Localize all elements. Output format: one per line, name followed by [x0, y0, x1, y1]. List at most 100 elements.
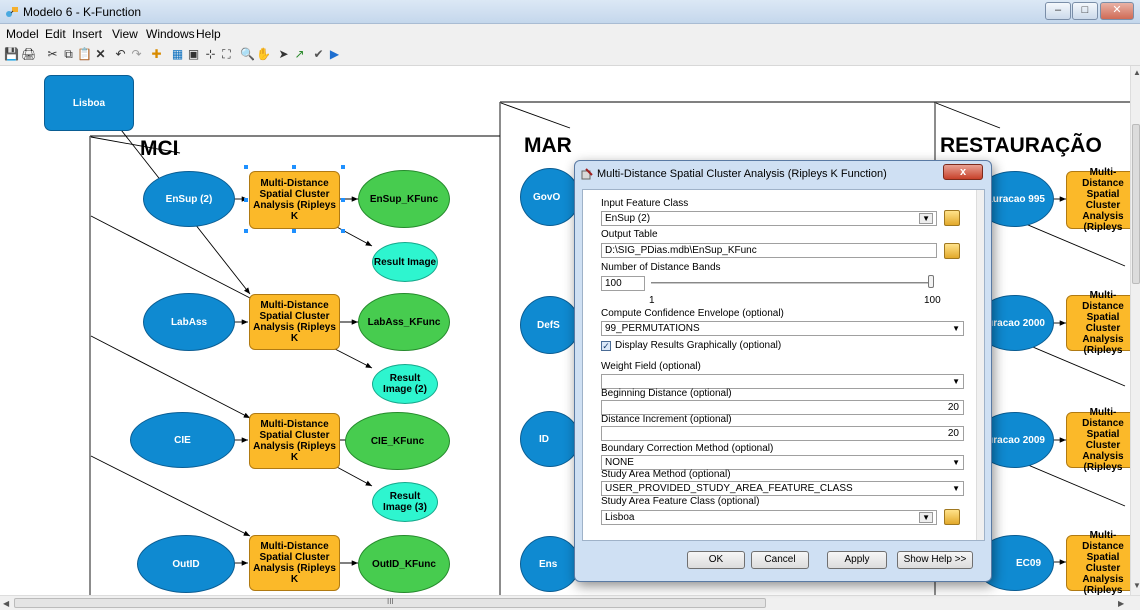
zoom-icon[interactable]: 🔍 — [240, 47, 255, 62]
selection-handle[interactable] — [341, 198, 345, 202]
input-node[interactable]: CIE — [130, 412, 235, 468]
confidence-envelope-dropdown[interactable]: 99_PERMUTATIONS ▼ — [601, 321, 964, 336]
tool-node[interactable]: Multi-Distance Spatial Cluster Analysis … — [1066, 290, 1130, 356]
show-help-button[interactable]: Show Help >> — [897, 551, 973, 569]
chevron-down-icon[interactable]: ▼ — [952, 482, 960, 495]
fixed-zoom-in-icon[interactable]: ⊹ — [203, 47, 218, 62]
ok-button[interactable]: OK — [687, 551, 745, 569]
output-node[interactable]: EnSup_KFunc — [358, 170, 450, 228]
dialog-close-button[interactable]: x — [943, 164, 983, 180]
scroll-right-icon[interactable]: ▶ — [1118, 599, 1124, 608]
menu-view[interactable]: View — [112, 27, 138, 41]
scrollbar-thumb[interactable]: III — [14, 597, 766, 608]
selection-handle[interactable] — [292, 229, 296, 233]
tool-node[interactable]: Multi-Distance Spatial Cluster Analysis … — [1066, 407, 1130, 473]
distance-bands-slider-track[interactable] — [651, 282, 931, 284]
horizontal-scrollbar[interactable]: ◀ III ▶ — [0, 595, 1140, 610]
beginning-distance-field[interactable]: 20 — [601, 400, 964, 415]
copy-icon[interactable]: ⧉ — [61, 47, 76, 62]
selection-handle[interactable] — [244, 165, 248, 169]
input-node[interactable]: DefS — [520, 296, 580, 354]
menu-insert[interactable]: Insert — [72, 27, 102, 41]
distance-increment-field[interactable]: 20 — [601, 426, 964, 441]
result-image-node[interactable]: Result Image (2) — [372, 364, 438, 404]
chevron-down-icon[interactable]: ▼ — [952, 322, 960, 335]
chevron-down-icon[interactable]: ▼ — [919, 512, 933, 523]
chevron-down-icon[interactable]: ▼ — [952, 375, 960, 388]
cancel-button[interactable]: Cancel — [751, 551, 809, 569]
minimize-button[interactable]: – — [1045, 2, 1071, 20]
study-area-fc-field[interactable]: Lisboa ▼ — [601, 510, 937, 525]
full-extent-icon[interactable]: ▣ — [186, 47, 201, 62]
chevron-down-icon[interactable]: ▼ — [952, 456, 960, 469]
fixed-zoom-out-icon[interactable]: ⛶ — [219, 47, 234, 62]
cut-icon[interactable]: ✂ — [45, 47, 60, 62]
tool-node[interactable]: Multi-Distance Spatial Cluster Analysis … — [1066, 530, 1130, 595]
pan-icon[interactable]: ✋ — [256, 47, 271, 62]
selection-handle[interactable] — [292, 165, 296, 169]
input-node[interactable]: ID — [520, 411, 580, 467]
distance-bands-field[interactable]: 100 — [601, 276, 645, 291]
browse-folder-icon[interactable] — [944, 210, 960, 226]
tool-node[interactable]: Multi-Distance Spatial Cluster Analysis … — [249, 294, 340, 350]
vertical-scrollbar[interactable]: ▲ ▼ — [1130, 66, 1140, 595]
input-feature-class-field[interactable]: EnSup (2) ▼ — [601, 211, 937, 226]
menu-edit[interactable]: Edit — [45, 27, 66, 41]
chevron-down-icon[interactable]: ▼ — [919, 213, 933, 224]
output-node[interactable]: OutID_KFunc — [358, 535, 450, 593]
redo-icon[interactable]: ↷ — [129, 47, 144, 62]
output-node[interactable]: LabAss_KFunc — [358, 293, 450, 351]
modelbuilder-icon — [6, 7, 18, 17]
close-window-button[interactable]: ✕ — [1100, 2, 1134, 20]
tool-node[interactable]: Multi-Distance Spatial Cluster Analysis … — [1066, 167, 1130, 233]
study-area-fc-label: Study Area Feature Class (optional) — [601, 496, 760, 507]
menu-help[interactable]: Help — [196, 27, 221, 41]
input-node[interactable]: GovO — [520, 168, 580, 226]
tool-node[interactable]: Multi-Distance Spatial Cluster Analysis … — [249, 171, 340, 229]
paste-icon[interactable]: 📋 — [77, 47, 92, 62]
tool-node[interactable]: Multi-Distance Spatial Cluster Analysis … — [249, 535, 340, 591]
tool-node[interactable]: Multi-Distance Spatial Cluster Analysis … — [249, 413, 340, 469]
scrollbar-grip: III — [387, 597, 394, 606]
lisboa-node[interactable]: Lisboa — [44, 75, 134, 131]
weight-field-dropdown[interactable]: ▼ — [601, 374, 964, 389]
browse-folder-icon[interactable] — [944, 243, 960, 259]
dialog-title-bar[interactable]: Multi-Distance Spatial Cluster Analysis … — [575, 161, 991, 187]
select-icon[interactable]: ➤ — [276, 47, 291, 62]
output-node[interactable]: CIE_KFunc — [345, 412, 450, 470]
scroll-left-icon[interactable]: ◀ — [3, 599, 9, 608]
undo-icon[interactable]: ↶ — [113, 47, 128, 62]
distance-bands-slider-thumb[interactable] — [928, 275, 934, 288]
result-image-node[interactable]: Result Image (3) — [372, 482, 438, 522]
selection-handle[interactable] — [341, 229, 345, 233]
print-icon[interactable]: 🖨 — [21, 47, 36, 62]
save-icon[interactable]: 💾 — [4, 47, 19, 62]
menu-model[interactable]: Model — [6, 27, 39, 41]
scroll-down-icon[interactable]: ▼ — [1133, 581, 1140, 590]
apply-button[interactable]: Apply — [827, 551, 887, 569]
display-results-checkbox[interactable]: ✓ — [601, 341, 611, 351]
selection-handle[interactable] — [341, 165, 345, 169]
browse-folder-icon[interactable] — [944, 509, 960, 525]
run-icon[interactable]: ▶ — [327, 47, 342, 62]
selection-handle[interactable] — [244, 229, 248, 233]
output-table-field[interactable]: D:\SIG_PDias.mdb\EnSup_KFunc — [601, 243, 937, 258]
input-node[interactable]: EnSup (2) — [143, 171, 235, 227]
selection-handle[interactable] — [244, 198, 248, 202]
input-node[interactable]: Ens — [520, 536, 580, 592]
delete-icon[interactable]: ✕ — [93, 47, 108, 62]
input-node[interactable]: LabAss — [143, 293, 235, 351]
add-data-icon[interactable]: ✚ — [149, 47, 164, 62]
connect-icon[interactable]: ↗ — [292, 47, 307, 62]
input-node[interactable]: OutID — [137, 535, 235, 593]
boundary-correction-dropdown[interactable]: NONE ▼ — [601, 455, 964, 470]
scrollbar-thumb[interactable] — [1132, 124, 1140, 284]
scroll-up-icon[interactable]: ▲ — [1133, 68, 1140, 77]
menu-windows[interactable]: Windows — [146, 27, 195, 41]
maximize-button[interactable]: □ — [1072, 2, 1098, 20]
dialog-scrollbar[interactable] — [976, 190, 984, 540]
result-image-node[interactable]: Result Image — [372, 242, 438, 282]
validate-icon[interactable]: ✔ — [311, 47, 326, 62]
study-area-method-dropdown[interactable]: USER_PROVIDED_STUDY_AREA_FEATURE_CLASS ▼ — [601, 481, 964, 496]
auto-layout-icon[interactable]: ▦ — [170, 47, 185, 62]
